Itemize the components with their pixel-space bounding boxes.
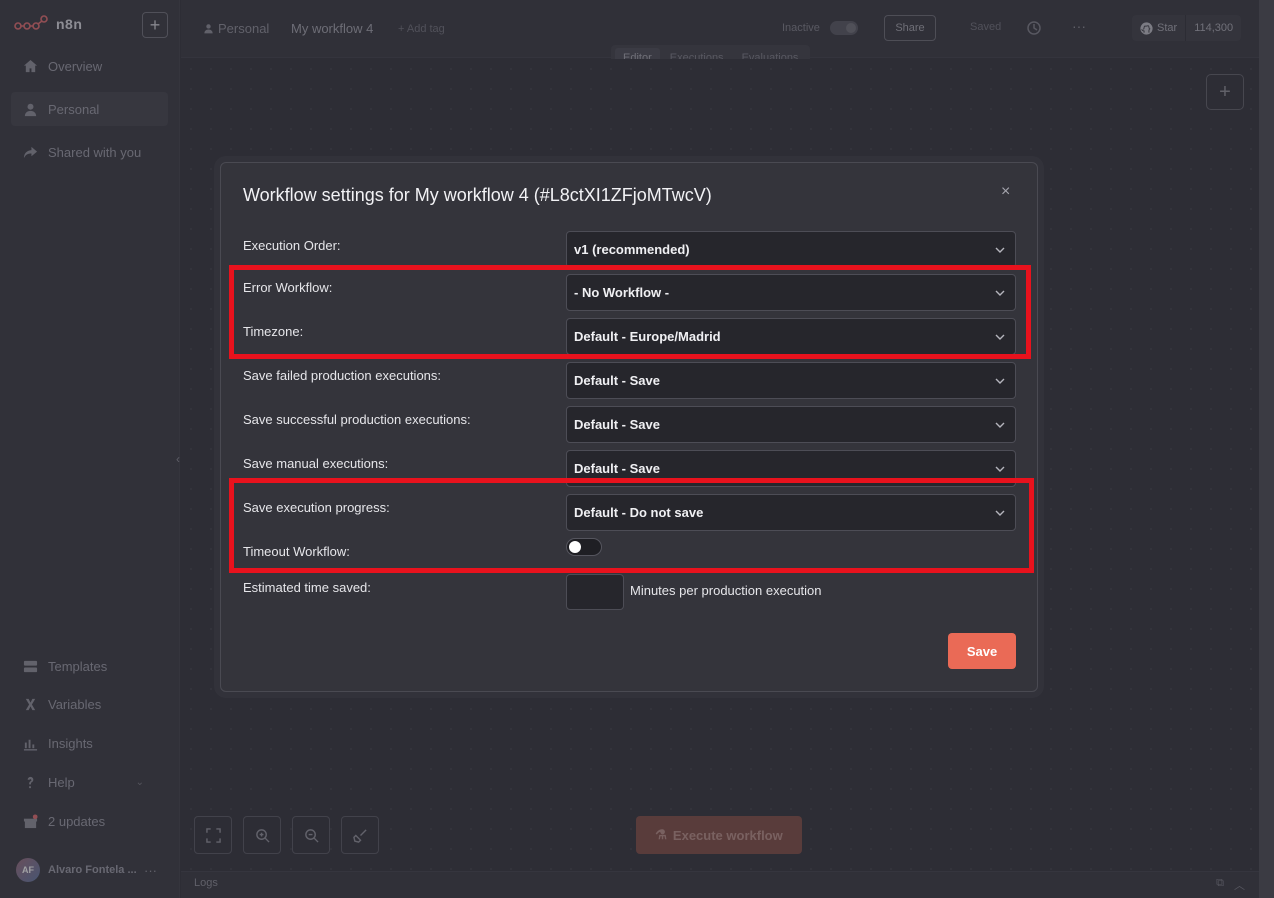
chevron-down-icon bbox=[995, 422, 1005, 428]
chevron-down-icon bbox=[995, 247, 1005, 253]
scrollbar-track bbox=[1259, 0, 1274, 898]
save-failed-executions-label: Save failed production executions: bbox=[243, 368, 442, 383]
highlight-box bbox=[229, 478, 1034, 573]
select-value: v1 (recommended) bbox=[574, 242, 690, 257]
save-manual-executions-label: Save manual executions: bbox=[243, 456, 389, 471]
execution-order-select[interactable]: v1 (recommended) bbox=[566, 231, 1016, 268]
estimated-time-saved-label: Estimated time saved: bbox=[243, 580, 371, 595]
chevron-down-icon bbox=[995, 378, 1005, 384]
close-icon[interactable]: × bbox=[1001, 183, 1010, 201]
select-value: Default - Save bbox=[574, 373, 660, 388]
save-successful-executions-label: Save successful production executions: bbox=[243, 412, 471, 427]
execution-order-label: Execution Order: bbox=[243, 238, 341, 253]
workflow-settings-modal: Workflow settings for My workflow 4 (#L8… bbox=[220, 162, 1038, 692]
save-settings-button[interactable]: Save bbox=[948, 633, 1016, 669]
estimated-time-input[interactable] bbox=[566, 574, 624, 610]
select-value: Default - Save bbox=[574, 417, 660, 432]
select-value: Default - Save bbox=[574, 461, 660, 476]
modal-title: Workflow settings for My workflow 4 (#L8… bbox=[243, 185, 712, 205]
save-failed-executions-select[interactable]: Default - Save bbox=[566, 362, 1016, 399]
estimated-time-suffix: Minutes per production execution bbox=[630, 583, 822, 598]
chevron-down-icon bbox=[995, 466, 1005, 472]
save-successful-executions-select[interactable]: Default - Save bbox=[566, 406, 1016, 443]
highlight-box bbox=[229, 265, 1031, 359]
